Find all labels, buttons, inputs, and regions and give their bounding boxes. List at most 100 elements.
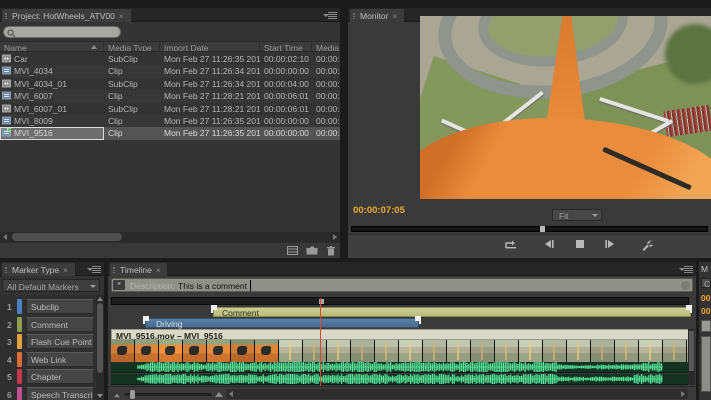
tab-close-icon[interactable]: ×: [63, 266, 68, 275]
panel-menu-icon[interactable]: [679, 266, 693, 273]
marker-type-item-comment[interactable]: 2Comment: [0, 316, 96, 334]
scroll-left-icon[interactable]: [229, 391, 233, 397]
project-hscrollbar[interactable]: [0, 232, 340, 242]
wrench-icon[interactable]: [636, 239, 658, 255]
scroll-left-icon[interactable]: [3, 234, 7, 240]
marker-type-label[interactable]: Comment: [26, 317, 94, 332]
clip-name[interactable]: MVI_4034: [0, 65, 104, 77]
tab-marker-type[interactable]: Marker Type×: [2, 263, 75, 276]
marker-type-list: 1Subclip2Comment3Flash Cue Point4Web Lin…: [0, 295, 96, 400]
inspector-field[interactable]: [701, 336, 711, 392]
driving-marker-label: Driving: [156, 319, 182, 329]
tab-close-icon[interactable]: ×: [119, 12, 124, 21]
loop-icon[interactable]: [500, 239, 522, 255]
table-row-MVI_4034_01[interactable]: MVI_4034_01SubClipMon Feb 27 11:26:34 20…: [0, 78, 340, 90]
clip-name[interactable]: MVI_6007: [0, 90, 104, 102]
zoom-out-icon[interactable]: [114, 394, 120, 398]
marker-type-label[interactable]: Chapter: [26, 369, 94, 384]
scroll-right-icon[interactable]: [681, 391, 685, 397]
list-view-icon[interactable]: [287, 246, 298, 257]
marker-type-label[interactable]: Subclip: [26, 299, 94, 314]
marker-type-label[interactable]: Speech Transcriptio: [26, 387, 94, 400]
table-row-MVI_8009[interactable]: MVI_8009ClipMon Feb 27 11:26:35 201200:0…: [0, 115, 340, 127]
tab-project[interactable]: Project: HotWheels_ATV00×: [2, 9, 131, 22]
scroll-up-icon[interactable]: [97, 297, 103, 301]
table-row-MVI_6007_01[interactable]: MVI_6007_01SubClipMon Feb 27 11:28:21 20…: [0, 103, 340, 115]
step-forward-icon[interactable]: [599, 239, 621, 255]
marker-type-item-web-link[interactable]: 4Web Link: [0, 351, 96, 369]
column-header-media[interactable]: Media: [312, 42, 340, 51]
zoom-in-icon[interactable]: [215, 392, 223, 397]
marker-list-vscrollbar[interactable]: [96, 295, 104, 400]
table-row-MVI_6007[interactable]: MVI_6007ClipMon Feb 27 11:28:21 201200:0…: [0, 90, 340, 102]
tab-close-icon[interactable]: ×: [156, 266, 161, 275]
subclip-marker-bar[interactable]: Driving: [145, 318, 419, 328]
zoom-level-select[interactable]: Fit: [552, 209, 602, 221]
marker-type-item-flash-cue-point[interactable]: 3Flash Cue Point: [0, 333, 96, 351]
zoom-slider-knob[interactable]: [130, 390, 135, 399]
inspector-button[interactable]: C: [701, 278, 711, 288]
clip-filmstrip-track[interactable]: [111, 340, 689, 362]
scrollbar-thumb[interactable]: [97, 303, 103, 373]
in-point-timecode[interactable]: 00:: [701, 293, 711, 303]
search-input[interactable]: [3, 26, 121, 38]
column-header-import-date[interactable]: Import Date: [160, 42, 260, 51]
column-header-name[interactable]: Name: [0, 42, 104, 51]
new-bin-folder-icon[interactable]: [306, 246, 318, 257]
timeline-vscrollbar[interactable]: [688, 329, 695, 385]
column-header-media-type[interactable]: Media Type: [104, 42, 160, 51]
clip-name[interactable]: MVI_8009: [0, 115, 104, 127]
filmstrip-frame: [351, 340, 374, 362]
scrollbar-thumb[interactable]: [12, 233, 122, 241]
filmstrip-frame: [399, 340, 422, 362]
scrubber-playhead[interactable]: [540, 226, 545, 232]
scrollbar-thumb[interactable]: [689, 331, 694, 371]
out-point-timecode[interactable]: 00:: [701, 306, 711, 316]
clip-import-date: Mon Feb 27 11:26:35 2012: [160, 127, 260, 139]
marker-type-item-speech-transcriptio[interactable]: 6 Speech Transcriptio: [0, 386, 96, 400]
marker-type-label[interactable]: Flash Cue Point: [26, 334, 94, 349]
clip-track-label[interactable]: MVI_9516.mov – MVI_9516: [111, 329, 689, 340]
inspector-field[interactable]: [701, 320, 711, 332]
marker-type-label[interactable]: Web Link: [26, 352, 94, 367]
clip-name[interactable]: MVI_4034_01: [0, 78, 104, 90]
trash-icon[interactable]: [327, 246, 335, 258]
marker-filter-select[interactable]: All Default Markers: [2, 279, 100, 292]
timeline-tabstrip: Timeline×: [108, 262, 696, 276]
scroll-down-icon[interactable]: [97, 394, 103, 398]
step-back-icon[interactable]: [538, 239, 560, 255]
timeline-ruler[interactable]: [111, 297, 689, 305]
monitor-timecode[interactable]: 00:00:07:05: [344, 205, 414, 216]
tab-inspector-label[interactable]: M: [701, 264, 708, 274]
tab-close-icon[interactable]: ×: [392, 12, 397, 21]
clip-media-type: Clip: [104, 90, 160, 102]
clip-name[interactable]: Car: [0, 53, 104, 65]
close-icon[interactable]: ×: [113, 280, 125, 290]
table-row-Car[interactable]: CarSubClipMon Feb 27 11:26:35 201200:00:…: [0, 53, 340, 65]
marker-description-input[interactable]: × Description: This is a comment: [111, 278, 693, 292]
table-row-MVI_9516[interactable]: MVI_9516ClipMon Feb 27 11:26:35 201200:0…: [0, 127, 340, 139]
clip-name[interactable]: MVI_6007_01: [0, 103, 104, 115]
monitor-scrubber[interactable]: [351, 226, 708, 232]
audio-waveform-track-2[interactable]: [111, 374, 689, 385]
video-preview[interactable]: [420, 16, 711, 199]
search-icon: [7, 29, 16, 38]
marker-shortcut-number: 6: [7, 390, 12, 400]
tab-monitor[interactable]: Monitor×: [350, 9, 404, 22]
timeline-zoom-slider[interactable]: [124, 393, 212, 396]
marker-type-item-subclip[interactable]: 1Subclip: [0, 298, 96, 316]
project-panel: Project: HotWheels_ATV00× Name Media Typ…: [0, 8, 340, 258]
marker-type-item-chapter[interactable]: 5Chapter: [0, 368, 96, 386]
comment-marker-bar[interactable]: Comment: [213, 307, 691, 317]
timeline-hscrollbar[interactable]: [226, 389, 688, 399]
audio-waveform-track-1[interactable]: [111, 362, 689, 373]
clip-name[interactable]: MVI_9516: [0, 127, 104, 139]
table-row-MVI_4034[interactable]: MVI_4034ClipMon Feb 27 11:26:34 201200:0…: [0, 65, 340, 77]
stop-icon[interactable]: [569, 239, 591, 255]
scroll-right-icon[interactable]: [333, 234, 337, 240]
panel-menu-icon[interactable]: [87, 266, 101, 273]
column-header-start-time[interactable]: Start Time: [260, 42, 312, 51]
panel-menu-icon[interactable]: [323, 12, 337, 19]
tab-timeline[interactable]: Timeline×: [110, 263, 167, 276]
timeline-playhead[interactable]: [320, 298, 321, 386]
